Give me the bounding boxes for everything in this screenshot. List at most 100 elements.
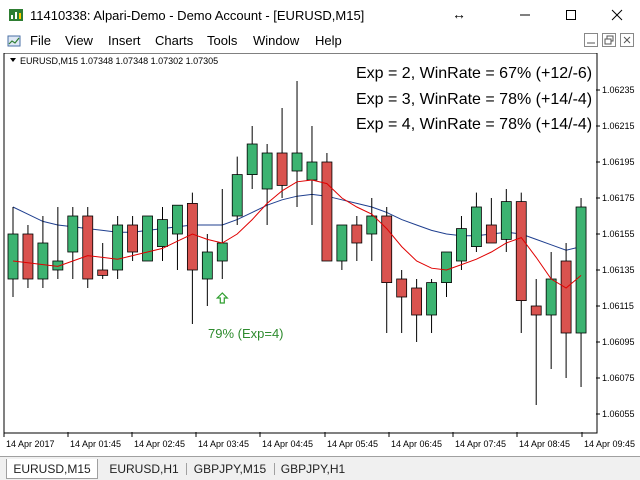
window-title: 11410338: Alpari-Demo - Demo Account - [… xyxy=(30,8,365,23)
close-icon xyxy=(611,9,623,21)
candle-bullish xyxy=(291,81,303,207)
menu-tools[interactable]: Tools xyxy=(207,33,237,48)
resize-arrows-icon[interactable]: ↔ xyxy=(452,6,466,22)
candle-bullish xyxy=(246,126,258,189)
candle-bearish xyxy=(485,198,497,244)
candle-body xyxy=(157,219,168,248)
price-tick-label: 1.06115 xyxy=(602,301,634,311)
candle-body xyxy=(276,152,288,186)
candle-body xyxy=(7,233,19,280)
candle-bullish xyxy=(261,144,273,225)
candle-body xyxy=(530,305,542,316)
candle-bearish xyxy=(97,243,109,279)
chart-menu-triangle-icon[interactable] xyxy=(10,58,16,62)
buy-signal-arrow-icon xyxy=(215,292,229,304)
minimize-icon xyxy=(520,14,530,16)
candle-bearish xyxy=(186,192,198,324)
candle-body xyxy=(471,206,482,247)
candle-body xyxy=(291,152,303,172)
menu-window[interactable]: Window xyxy=(253,33,299,48)
tab-separator xyxy=(274,463,275,475)
tab-separator xyxy=(186,463,187,475)
candle-bearish xyxy=(411,279,423,342)
chart-header: EURUSD,M15 1.07348 1.07348 1.07302 1.073… xyxy=(20,56,218,66)
time-axis: 14 Apr 2017 14 Apr 01:45 14 Apr 02:45 14 Ap… xyxy=(3,432,635,449)
candle-body xyxy=(500,201,512,240)
candle-bullish xyxy=(336,224,348,270)
candle-bearish xyxy=(82,207,94,288)
child-minimize-icon[interactable] xyxy=(584,33,598,47)
tab-gbpjpy-m15[interactable]: GBPJPY,M15 xyxy=(188,459,272,479)
minimize-button[interactable] xyxy=(502,0,548,30)
price-axis: 1.06235 1.06215 1.06195 1.06175 1.06155 1.061… xyxy=(596,85,635,419)
time-tick-label: 14 Apr 08:45 xyxy=(519,439,570,449)
candle-body xyxy=(515,201,527,302)
candle-bullish xyxy=(456,216,467,270)
candle-bearish xyxy=(515,192,527,333)
candle-body xyxy=(456,228,467,262)
candle-bullish xyxy=(426,279,437,333)
candle-body xyxy=(216,242,228,262)
time-tick-label: 14 Apr 09:45 xyxy=(584,439,635,449)
candle-bullish xyxy=(37,216,49,288)
candle-body xyxy=(82,215,94,280)
menu-file[interactable]: File xyxy=(30,33,51,48)
candle-bullish xyxy=(575,198,587,387)
time-tick-label: 14 Apr 06:45 xyxy=(391,439,442,449)
close-button[interactable] xyxy=(594,0,640,30)
time-tick-label: 14 Apr 01:45 xyxy=(70,439,121,449)
price-tick-label: 1.06195 xyxy=(602,157,635,167)
candle-body xyxy=(411,287,423,316)
menu-help[interactable]: Help xyxy=(315,33,342,48)
menu-insert[interactable]: Insert xyxy=(108,33,141,48)
candle-bearish xyxy=(560,243,572,378)
candle-bullish xyxy=(216,189,228,279)
candle-body xyxy=(37,242,49,280)
candle-bearish xyxy=(22,225,34,288)
candle-body xyxy=(306,161,318,181)
candlestick-chart[interactable]: 1.06235 1.06215 1.06195 1.06175 1.06155 1.061… xyxy=(0,53,640,456)
chart-tabs: EURUSD,M15 EURUSD,H1 GBPJPY,M15 GBPJPY,H… xyxy=(0,456,640,480)
candle-bullish xyxy=(201,234,213,306)
candle-body xyxy=(336,224,348,262)
candle-bearish xyxy=(351,216,363,261)
candle-body xyxy=(261,152,273,190)
time-tick-label: 14 Apr 05:45 xyxy=(327,439,378,449)
candle-body xyxy=(112,224,124,271)
tab-gbpjpy-h1[interactable]: GBPJPY,H1 xyxy=(276,459,350,479)
candle-body xyxy=(142,215,153,262)
candle-bearish xyxy=(530,279,542,405)
child-close-icon[interactable] xyxy=(620,33,634,47)
candle-bullish xyxy=(157,207,168,261)
candle-body xyxy=(231,174,243,217)
price-tick-label: 1.06175 xyxy=(602,193,635,203)
candle-body xyxy=(485,224,497,244)
candle-body xyxy=(441,251,452,284)
tab-eurusd-m15[interactable]: EURUSD,M15 xyxy=(6,459,98,479)
candle-body xyxy=(426,282,437,316)
candle-body xyxy=(560,260,572,334)
time-tick-label: 14 Apr 03:45 xyxy=(198,439,249,449)
candle-body xyxy=(22,233,34,280)
candle-bullish xyxy=(52,207,64,279)
price-tick-label: 1.06135 xyxy=(602,265,635,275)
candle-bullish xyxy=(172,204,183,270)
child-restore-icon[interactable] xyxy=(602,33,616,47)
candle-bullish xyxy=(366,198,378,261)
time-tick-label: 14 Apr 2017 xyxy=(6,439,55,449)
chart-window-icon[interactable] xyxy=(6,33,22,49)
time-tick-label: 14 Apr 02:45 xyxy=(134,439,185,449)
price-tick-label: 1.06075 xyxy=(602,373,635,383)
time-tick-label: 14 Apr 07:45 xyxy=(455,439,506,449)
candle-bullish xyxy=(545,252,557,369)
title-bar: 11410338: Alpari-Demo - Demo Account - [… xyxy=(0,0,640,30)
time-tick-label: 14 Apr 04:45 xyxy=(262,439,313,449)
menu-charts[interactable]: Charts xyxy=(155,33,193,48)
menu-view[interactable]: View xyxy=(65,33,93,48)
chart-area[interactable]: 1.06235 1.06215 1.06195 1.06175 1.06155 1.061… xyxy=(0,53,640,456)
maximize-icon xyxy=(566,10,576,20)
maximize-button[interactable] xyxy=(548,0,594,30)
candle-body xyxy=(246,143,258,176)
tab-eurusd-h1[interactable]: EURUSD,H1 xyxy=(104,459,184,479)
price-tick-label: 1.06055 xyxy=(602,409,635,419)
